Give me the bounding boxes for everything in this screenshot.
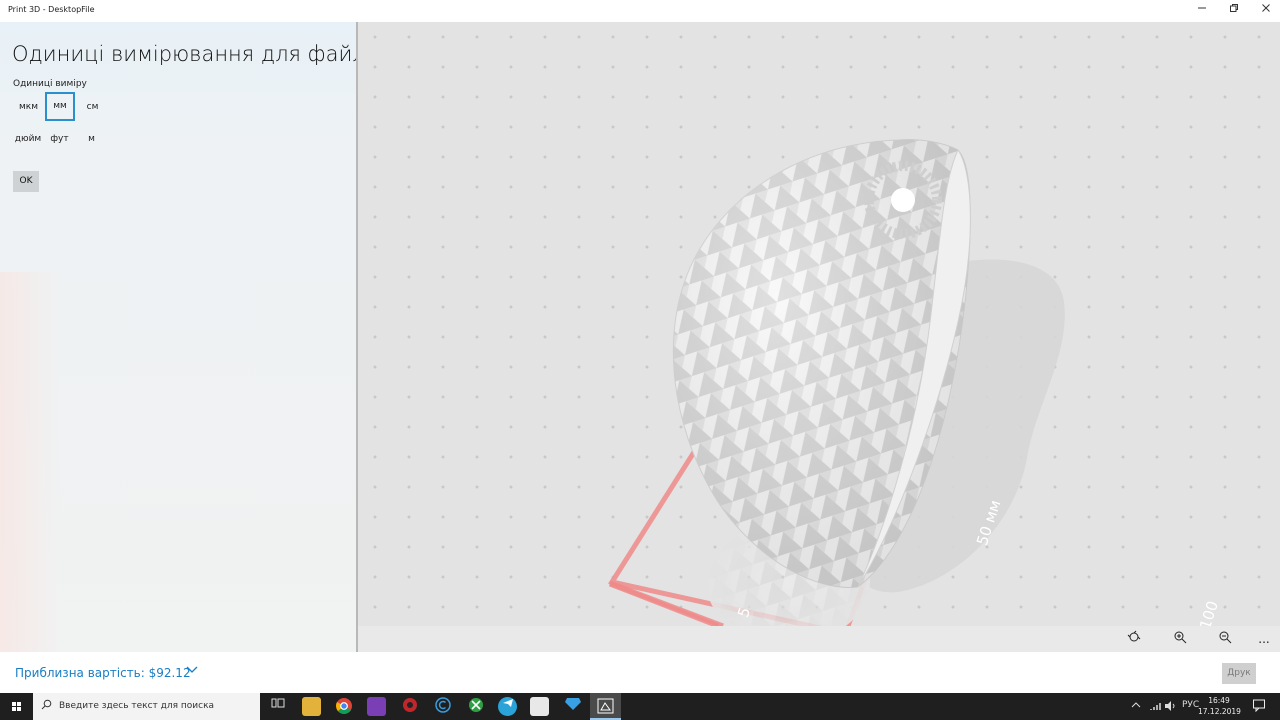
taskbar-search[interactable]: Введите здесь текст для поиска [33, 693, 260, 720]
zoom-in-button[interactable] [1170, 630, 1190, 648]
restore-button[interactable] [1218, 0, 1250, 22]
3d-viewport[interactable]: 50 мм 100 5 [358, 22, 1280, 626]
taskbar: Введите здесь текст для поиска РУС 16:49 [0, 693, 1280, 720]
print-3d-taskbar-button[interactable] [590, 693, 621, 720]
viewport-toolbar: ... [358, 626, 1280, 652]
volume-icon[interactable] [1164, 700, 1176, 715]
units-label: Одиниці виміру [13, 79, 87, 89]
print-button[interactable]: Друк [1222, 663, 1256, 684]
network-icon[interactable] [1149, 700, 1161, 715]
clock-date: 17.12.2019 [1198, 707, 1241, 716]
zoom-in-icon [1174, 631, 1187, 644]
units-panel: Одиниці вимірювання для файлу Одиниці ви… [0, 22, 378, 652]
file-explorer-icon[interactable] [302, 697, 321, 716]
zoom-out-icon [1219, 631, 1232, 644]
telegram-icon[interactable] [498, 697, 517, 716]
unit-option-mm[interactable]: мм [45, 92, 75, 121]
bottom-bar: Приблизна вартість: $92.12 Друк [0, 652, 1280, 693]
ok-button[interactable]: OK [13, 171, 39, 192]
minimize-icon [1198, 7, 1206, 9]
window-title: Print 3D - DesktopFile [8, 5, 95, 14]
estimated-cost[interactable]: Приблизна вартість: $92.12 [15, 666, 191, 680]
minimize-button[interactable] [1186, 0, 1218, 22]
document-app-icon[interactable] [530, 697, 549, 716]
start-button[interactable] [0, 693, 33, 720]
unit-option-ft[interactable]: фут [45, 125, 74, 153]
print-3d-icon [597, 698, 614, 714]
ccleaner-icon[interactable] [433, 697, 452, 716]
chrome-icon[interactable] [334, 697, 353, 716]
chevron-down-icon[interactable] [186, 665, 198, 678]
search-placeholder: Введите здесь текст для поиска [59, 701, 215, 711]
notifications-icon[interactable] [1252, 698, 1266, 715]
close-button[interactable] [1250, 0, 1280, 22]
model-scene [607, 139, 1065, 626]
unit-option-cm[interactable]: см [78, 93, 107, 121]
view-3d-button[interactable] [1124, 630, 1144, 648]
gem-app-icon[interactable] [563, 697, 582, 716]
unit-option-m[interactable]: м [77, 125, 106, 153]
visual-studio-icon[interactable] [367, 697, 386, 716]
clock-time: 16:49 [1208, 696, 1230, 705]
close-icon [1262, 4, 1270, 12]
tray-overflow-icon[interactable] [1131, 700, 1141, 713]
restore-icon [1230, 4, 1238, 12]
unit-option-um[interactable]: мкм [14, 93, 43, 121]
xbox-icon[interactable] [466, 697, 485, 716]
red-app-icon[interactable] [400, 697, 419, 716]
more-button[interactable]: ... [1254, 630, 1274, 648]
task-view-icon[interactable] [268, 697, 287, 716]
search-icon [41, 699, 52, 713]
panel-title: Одиниці вимірювання для файлу [12, 42, 379, 66]
view-3d-icon [1127, 630, 1141, 642]
language-indicator[interactable]: РУС [1182, 700, 1199, 710]
more-icon: ... [1258, 632, 1270, 646]
unit-option-inch[interactable]: дюйм [12, 125, 44, 153]
taskbar-clock[interactable]: 16:49 17.12.2019 [1198, 695, 1241, 717]
zoom-out-button[interactable] [1215, 630, 1235, 648]
title-bar: Print 3D - DesktopFile [0, 0, 1280, 22]
windows-logo-icon [12, 702, 21, 711]
